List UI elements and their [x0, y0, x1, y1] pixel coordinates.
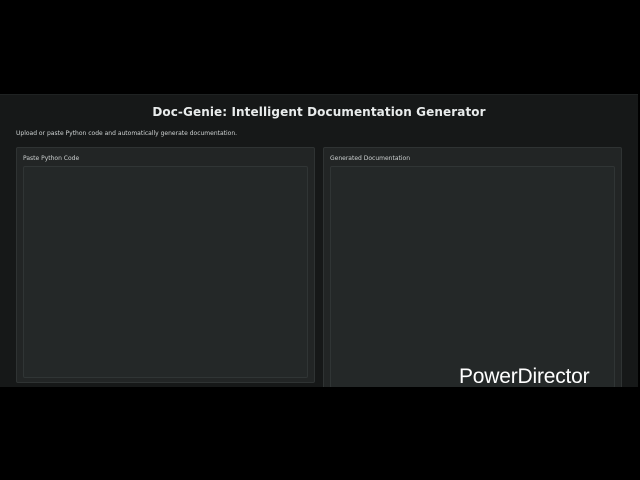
code-input-panel: Paste Python Code [16, 147, 315, 383]
powerdirector-watermark: PowerDirector [459, 365, 590, 388]
documentation-output-panel: Generated Documentation [323, 147, 622, 387]
code-input-textarea[interactable] [23, 166, 308, 378]
page-title: Doc-Genie: Intelligent Documentation Gen… [152, 105, 486, 119]
documentation-output-label: Generated Documentation [330, 155, 410, 162]
app-window: Doc-Genie: Intelligent Documentation Gen… [0, 94, 638, 387]
video-frame: Doc-Genie: Intelligent Documentation Gen… [0, 0, 640, 480]
code-input-label: Paste Python Code [23, 155, 80, 162]
page-description: Upload or paste Python code and automati… [16, 130, 238, 137]
documentation-output-area[interactable] [330, 166, 615, 387]
